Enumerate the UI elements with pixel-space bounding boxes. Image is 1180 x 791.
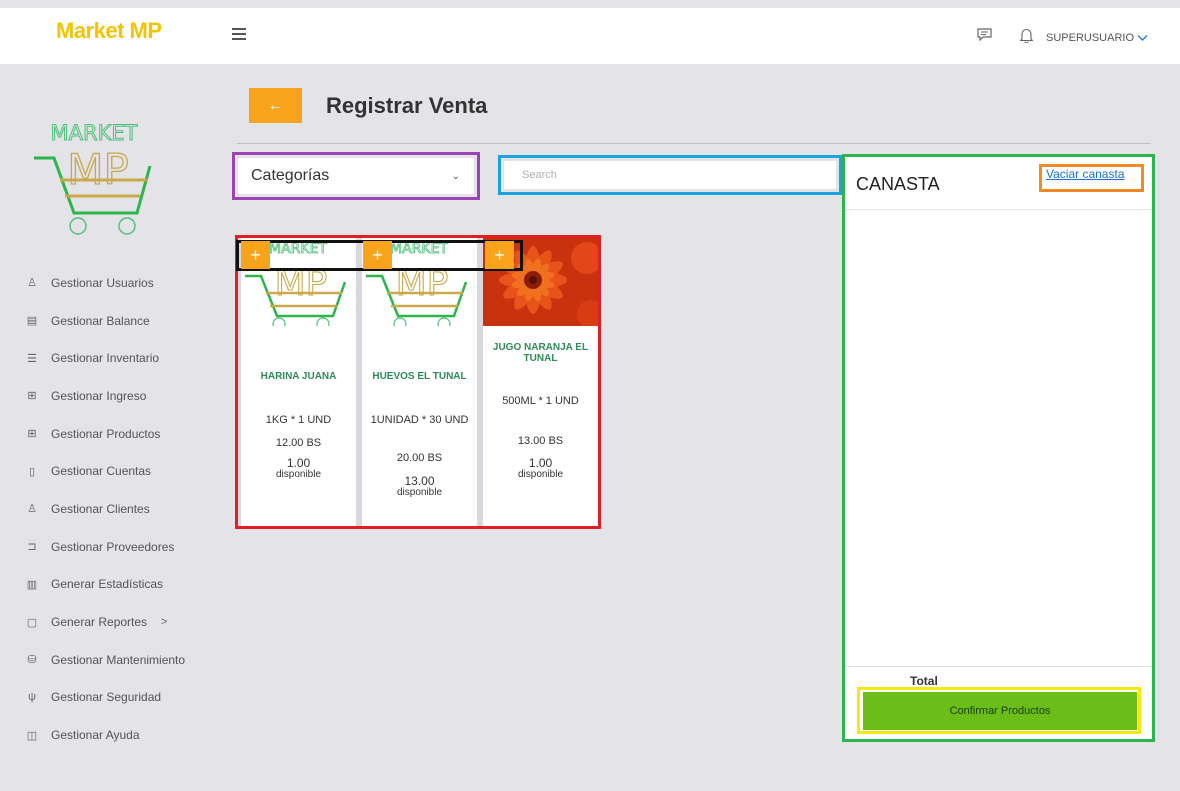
- database-icon: ⛁: [27, 654, 37, 667]
- sidebar-item-label: Gestionar Cuentas: [51, 464, 152, 479]
- product-description: 1KG * 1 UND: [265, 414, 332, 426]
- cart-icon: ⊞: [27, 390, 37, 403]
- product-price: 13.00 BS: [517, 435, 564, 447]
- product-stock: 1.00: [286, 456, 311, 470]
- sidebar-item-label: Gestionar Seguridad: [51, 690, 162, 705]
- sidebar-item-productos[interactable]: ⊞ Gestionar Productos: [26, 415, 185, 453]
- sidebar-item-usuarios[interactable]: ♙ Gestionar Usuarios: [26, 264, 185, 302]
- sidebar-item-ingreso[interactable]: ⊞ Gestionar Ingreso: [26, 377, 185, 415]
- sidebar-item-label: Generar Reportes: [51, 615, 148, 630]
- product-card[interactable]: JUGO NARANJA EL TUNAL 500ML * 1 UND 13.0…: [483, 238, 598, 526]
- plus-icon: +: [250, 245, 261, 265]
- divider: [237, 143, 1151, 144]
- divider: [845, 209, 1152, 210]
- sidebar-item-seguridad[interactable]: ψ Gestionar Seguridad: [26, 679, 185, 717]
- brand-logo-text[interactable]: Market MP: [56, 18, 162, 44]
- sidebar-item-label: Gestionar Inventario: [51, 351, 160, 366]
- category-select-value: Categorías: [251, 167, 330, 184]
- search-highlight: [498, 155, 842, 195]
- open-book-icon: ◫: [26, 729, 38, 742]
- total-label: Total: [910, 674, 938, 688]
- product-stock-label: disponible: [396, 487, 443, 498]
- chevron-down-icon: [1137, 35, 1148, 41]
- arrow-left-icon: ←: [267, 96, 284, 114]
- stack-icon: ☰: [27, 352, 37, 365]
- basket-panel: CANASTA: [842, 154, 1155, 742]
- sidebar-item-label: Gestionar Productos: [51, 426, 161, 441]
- cart-icon: ⊞: [27, 428, 37, 441]
- sidebar-item-label: Gestionar Clientes: [51, 501, 150, 516]
- sidebar-item-mantenimiento[interactable]: ⛁ Gestionar Mantenimiento: [26, 641, 185, 679]
- sidebar-item-reportes[interactable]: ▢ Generar Reportes >: [26, 603, 185, 641]
- sidebar-item-label: Gestionar Balance: [51, 313, 150, 328]
- market-mp-logo: MARKET MP: [34, 121, 152, 235]
- sidebar-item-label: Gestionar Usuarios: [51, 275, 154, 290]
- product-card[interactable]: MARKET MP HUEVOS EL TUNAL 1UNIDAD * 30 U…: [362, 238, 477, 526]
- add-to-basket-button[interactable]: +: [363, 241, 392, 269]
- sidebar-item-label: Gestionar Ingreso: [51, 388, 147, 403]
- page-title: Registrar Venta: [326, 93, 488, 118]
- top-bar: Market MP SUPERUSUARIO: [0, 8, 1180, 64]
- svg-text:MARKET: MARKET: [51, 121, 138, 145]
- bell-icon[interactable]: [1020, 28, 1033, 43]
- bar-chart-icon: ▥: [26, 578, 38, 591]
- product-name: HUEVOS EL TUNAL: [372, 371, 467, 382]
- clipboard-icon: ▢: [26, 616, 38, 629]
- svg-text:MP: MP: [67, 145, 129, 194]
- sidebar-item-balance[interactable]: ▤ Gestionar Balance: [26, 302, 185, 340]
- sidebar-nav: ♙ Gestionar Usuarios ▤ Gestionar Balance ☰…: [26, 264, 185, 754]
- confirm-products-button[interactable]: Confirmar Productos: [863, 692, 1137, 730]
- product-card[interactable]: MARKET MP HARINA JUANA 1KG * 1 UND 12.00…: [241, 238, 356, 526]
- product-stock: 13.00: [404, 474, 435, 488]
- product-stock: 1.00: [528, 456, 553, 470]
- add-to-basket-button[interactable]: +: [485, 241, 514, 269]
- chevron-down-icon: ⌄: [451, 170, 460, 182]
- category-select[interactable]: Categorías ⌄: [238, 158, 474, 194]
- plus-icon: +: [372, 245, 383, 265]
- user-icon: ♙: [27, 503, 37, 516]
- sidebar-item-label: Gestionar Proveedores: [51, 539, 175, 554]
- hamburger-menu-icon[interactable]: [232, 28, 246, 42]
- product-grid: MARKET MP HARINA JUANA 1KG * 1 UND 12.00…: [235, 235, 601, 529]
- user-icon: ♙: [27, 277, 37, 290]
- sidebar-item-cuentas[interactable]: ▯ Gestionar Cuentas: [26, 452, 185, 490]
- product-stock-label: disponible: [517, 469, 564, 480]
- sidebar-item-proveedores[interactable]: ⊐ Gestionar Proveedores: [26, 528, 185, 566]
- sidebar-item-inventario[interactable]: ☰ Gestionar Inventario: [26, 339, 185, 377]
- chat-icon[interactable]: [977, 28, 992, 41]
- category-select-highlight: Categorías ⌄: [232, 152, 480, 200]
- product-description: 500ML * 1 UND: [502, 395, 579, 407]
- document-icon: ▤: [26, 315, 38, 328]
- back-button[interactable]: ←: [249, 88, 302, 123]
- sidebar-item-ayuda[interactable]: ◫ Gestionar Ayuda: [26, 716, 185, 754]
- sidebar-item-estadisticas[interactable]: ▥ Generar Estadísticas: [26, 566, 185, 604]
- truck-icon: ⊐: [27, 541, 37, 554]
- product-name: HARINA JUANA: [260, 371, 337, 382]
- basket-title: CANASTA: [856, 174, 940, 194]
- clear-basket-link[interactable]: Vaciar canasta: [1046, 167, 1125, 181]
- divider: [845, 666, 1152, 667]
- search-input[interactable]: [504, 161, 836, 189]
- book-icon: ▯: [28, 465, 36, 478]
- sidebar-item-label: Generar Estadísticas: [51, 577, 164, 592]
- chevron-right-icon: >: [161, 616, 168, 629]
- sidebar-item-label: Gestionar Mantenimiento: [51, 652, 186, 667]
- product-description: 1UNIDAD * 30 UND: [370, 414, 469, 426]
- product-name: JUGO NARANJA EL TUNAL: [492, 342, 589, 364]
- user-menu-label: SUPERUSUARIO: [1046, 32, 1135, 44]
- product-stock-label: disponible: [275, 469, 322, 480]
- user-menu[interactable]: SUPERUSUARIO: [1046, 32, 1148, 44]
- sidebar-item-label: Gestionar Ayuda: [51, 728, 140, 743]
- sidebar-item-clientes[interactable]: ♙ Gestionar Clientes: [26, 490, 185, 528]
- product-price: 12.00 BS: [275, 437, 322, 449]
- add-to-basket-button[interactable]: +: [241, 241, 270, 269]
- product-price: 20.00 BS: [396, 452, 443, 464]
- shield-icon: ψ: [28, 691, 36, 704]
- plus-icon: +: [494, 245, 505, 265]
